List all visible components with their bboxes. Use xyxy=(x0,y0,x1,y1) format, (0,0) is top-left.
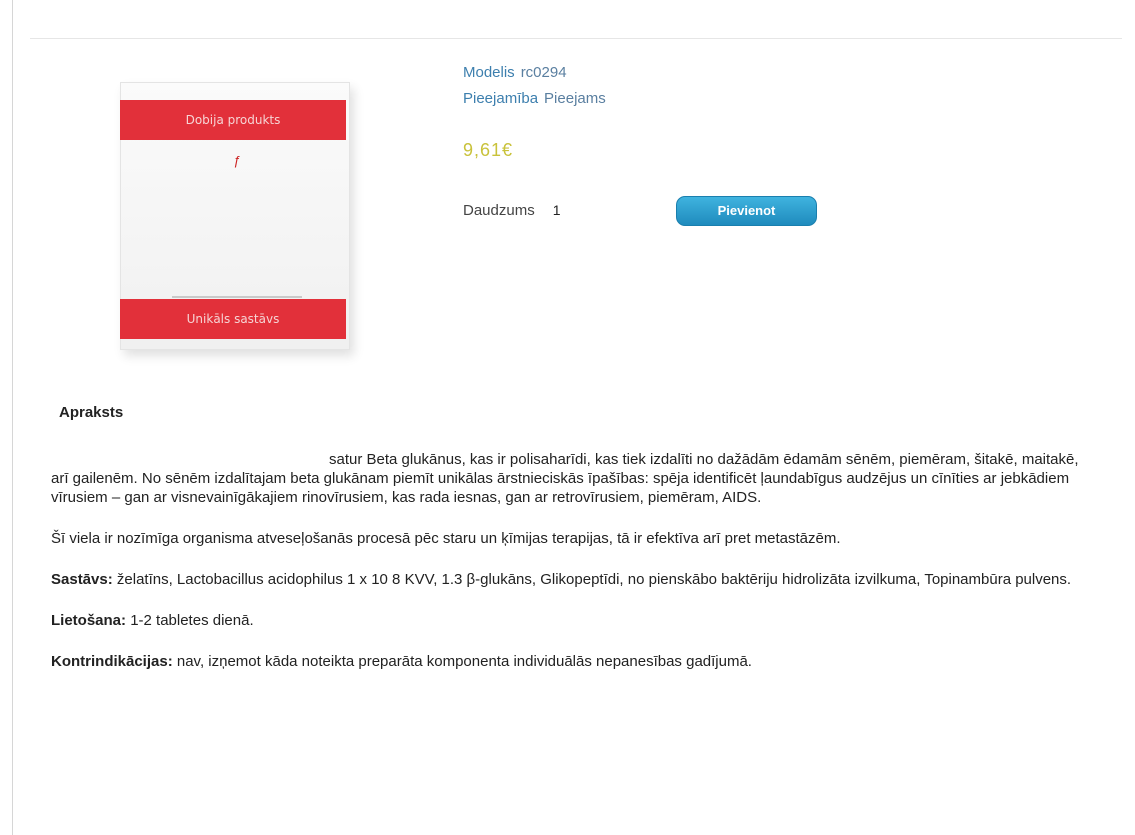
quantity-row: Daudzums xyxy=(463,196,601,224)
frame-border xyxy=(12,0,13,835)
brand-logo-icon: ƒ xyxy=(233,153,241,168)
contraindications-paragraph: Kontrindikācijas: nav, izņemot kāda note… xyxy=(51,652,1091,671)
quantity-label: Daudzums xyxy=(463,201,535,219)
composition-text: želatīns, Lactobacillus acidophilus 1 x … xyxy=(116,571,1072,588)
model-row: Modelis rc0294 xyxy=(463,60,606,86)
contraindications-label: Kontrindikācijas: xyxy=(51,653,173,670)
product-image[interactable]: Dobija produkts ƒ Unikāls sastāvs xyxy=(92,62,392,362)
description-paragraph-2: Šī viela ir nozīmīga organisma atveseļoš… xyxy=(51,530,841,547)
product-info: Modelis rc0294 Pieejamība Pieejams xyxy=(463,60,606,112)
availability-label: Pieejamība xyxy=(463,90,539,107)
box-band-bottom: Unikāls sastāvs xyxy=(120,299,346,339)
composition-paragraph: Sastāvs: želatīns, Lactobacillus acidoph… xyxy=(51,570,1091,589)
usage-label: Lietošana: xyxy=(51,612,127,629)
top-divider xyxy=(30,38,1122,39)
contraindications-text: nav, izņemot kāda noteikta preparāta kom… xyxy=(176,653,752,670)
box-label-line xyxy=(172,296,302,298)
availability-value: Pieejams xyxy=(544,90,606,107)
description-title: Apraksts xyxy=(59,404,124,421)
model-label: Modelis xyxy=(463,64,515,81)
availability-row: Pieejamība Pieejams xyxy=(463,86,606,112)
description-intro: satur Beta glukānus, kas ir polisaharīdi… xyxy=(51,451,1079,506)
usage-paragraph: Lietošana: 1-2 tabletes dienā. xyxy=(51,611,1091,630)
add-to-cart-button[interactable]: Pievienot xyxy=(676,196,817,226)
composition-label: Sastāvs: xyxy=(51,571,113,588)
model-value: rc0294 xyxy=(520,64,567,81)
product-price: 9,61€ xyxy=(463,140,514,160)
description-section: Apraksts satur Beta glukānus, kas ir pol… xyxy=(51,403,1091,693)
quantity-input[interactable] xyxy=(550,198,601,222)
usage-text: 1-2 tabletes dienā. xyxy=(130,612,254,629)
box-band-top: Dobija produkts xyxy=(120,100,346,140)
